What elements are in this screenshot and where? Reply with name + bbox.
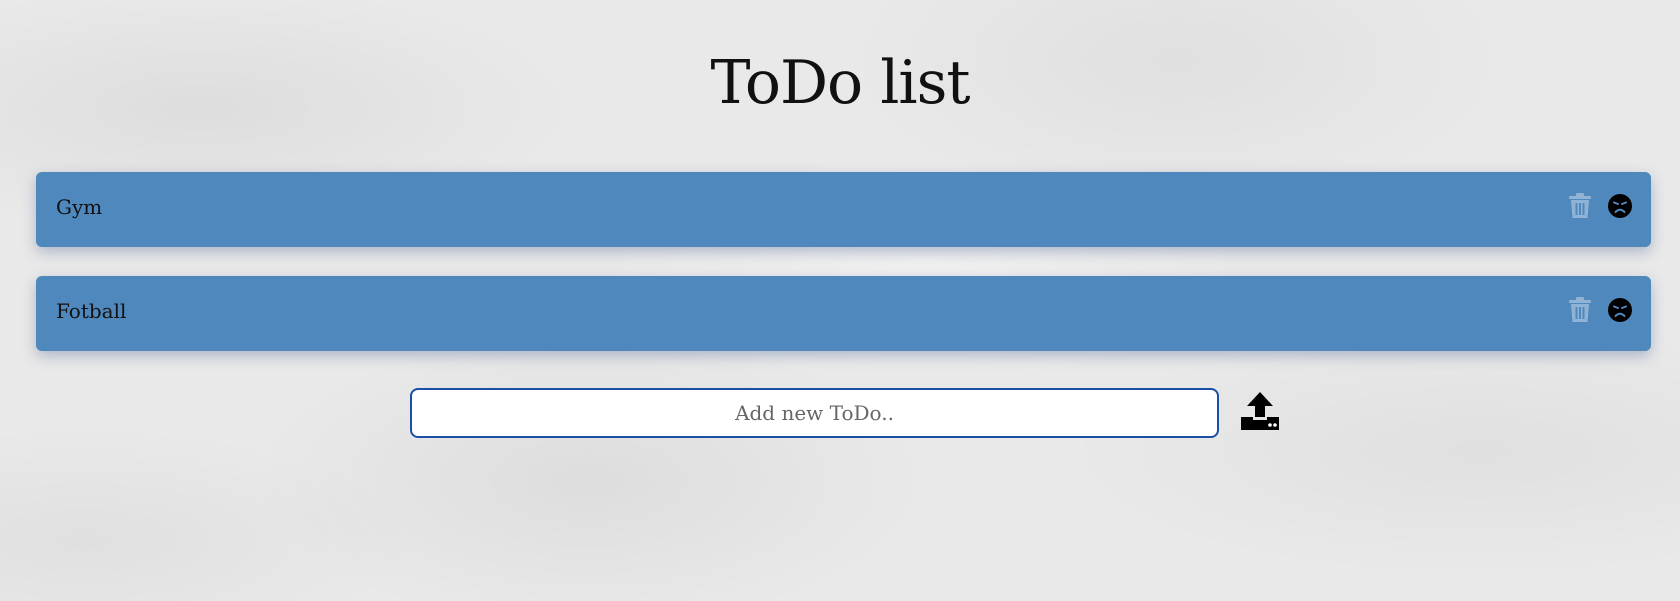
sad-face-icon[interactable] — [1608, 298, 1632, 322]
trash-icon[interactable] — [1568, 297, 1592, 323]
add-todo-form — [410, 388, 1290, 444]
upload-icon[interactable] — [1239, 390, 1281, 432]
todo-list: Gym Fotball — [36, 172, 1651, 380]
add-todo-input[interactable] — [410, 388, 1219, 438]
page-title: ToDo list — [710, 48, 970, 118]
todo-item[interactable]: Gym — [36, 172, 1651, 247]
todo-item-text: Fotball — [56, 299, 127, 323]
sad-face-icon[interactable] — [1608, 194, 1632, 218]
todo-item-text: Gym — [56, 195, 103, 219]
trash-icon[interactable] — [1568, 193, 1592, 219]
todo-item[interactable]: Fotball — [36, 276, 1651, 351]
